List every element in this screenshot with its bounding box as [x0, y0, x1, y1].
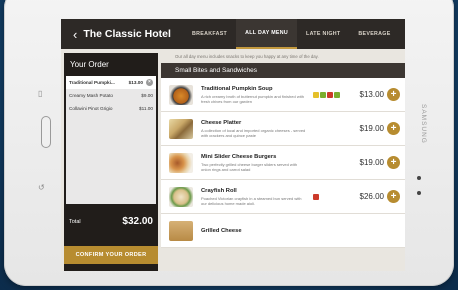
remove-item-icon[interactable]: × [146, 79, 153, 86]
back-button[interactable]: ‹ The Classic Hotel [61, 27, 183, 42]
order-title: Your Order [70, 60, 109, 69]
dietary-badge-icon [313, 193, 319, 200]
total-label: Total [69, 218, 81, 225]
order-item[interactable]: Creamy Mash Potato $9.00 [66, 89, 156, 102]
cheese-platter-image [169, 118, 193, 139]
hotel-title: The Classic Hotel [83, 28, 171, 40]
order-list: Traditional Pumpki... $13.00 × Creamy Ma… [66, 76, 156, 204]
chevron-left-icon: ‹ [73, 26, 78, 42]
tab-breakfast[interactable]: BREAKFAST [183, 19, 236, 49]
dietary-badges [313, 91, 340, 98]
menu-item-price: $19.00 [359, 124, 384, 133]
device-brand: SAMSUNG [420, 104, 427, 144]
add-item-button[interactable]: + [387, 190, 400, 203]
order-item[interactable]: Traditional Pumpki... $13.00 × [66, 76, 156, 89]
back-key-icon[interactable]: ↺ [38, 183, 45, 192]
top-bar: ‹ The Classic Hotel BREAKFAST ALL DAY ME… [61, 19, 405, 49]
dietary-badge-icon [334, 91, 340, 98]
pumpkin-soup-image [169, 84, 193, 105]
menu-item-name: Cheese Platter [201, 119, 242, 126]
order-item-name: Collavini Pinot Grigio [69, 106, 113, 111]
menu-key-icon[interactable]: ▯ [38, 89, 42, 98]
order-total: Total $32.00 [64, 204, 158, 227]
menu-item-name: Traditional Pumpkin Soup [201, 85, 273, 92]
menu-item[interactable]: Cheese Platter A collection of local and… [161, 112, 405, 146]
menu-intro: Our all day menu includes snacks to keep… [175, 54, 319, 59]
home-button[interactable] [41, 116, 51, 148]
menu-item-price: $19.00 [359, 158, 384, 167]
total-value: $32.00 [122, 216, 153, 227]
order-item-price: $9.00 [141, 93, 153, 98]
menu-item-info: Grilled Cheese [201, 228, 307, 234]
menu-item-info: Crayfish Roll Poached Victorian crayfish… [201, 188, 307, 206]
menu-item-price: $26.00 [359, 192, 384, 201]
sensor-dot [417, 191, 421, 195]
menu-item-desc: A rich creamy broth of butternut pumpkin… [201, 93, 304, 104]
add-item-button[interactable]: + [387, 88, 400, 101]
menu-item-info: Traditional Pumpkin Soup A rich creamy b… [201, 86, 307, 104]
grilled-cheese-image [169, 220, 193, 241]
menu-item-name: Crayfish Roll [201, 187, 237, 194]
order-item[interactable]: Collavini Pinot Grigio $11.00 [66, 102, 156, 115]
menu-items: Traditional Pumpkin Soup A rich creamy b… [161, 78, 405, 248]
menu-item-name: Mini Slider Cheese Burgers [201, 153, 277, 160]
add-item-button[interactable]: + [387, 156, 400, 169]
menu-item-price: $13.00 [359, 90, 384, 99]
confirm-order-button[interactable]: CONFIRM YOUR ORDER [64, 246, 158, 264]
menu-item-info: Cheese Platter A collection of local and… [201, 120, 307, 138]
tab-late-night[interactable]: LATE NIGHT [297, 19, 349, 49]
menu-item[interactable]: Grilled Cheese [161, 214, 405, 248]
tab-all-day-menu[interactable]: ALL DAY MENU [236, 19, 298, 49]
menu-tabs: BREAKFAST ALL DAY MENU LATE NIGHT BEVERA… [183, 19, 400, 49]
add-item-button[interactable]: + [387, 122, 400, 135]
dietary-badge-icon [320, 91, 326, 98]
section-title: Small Bites and Sandwiches [161, 63, 405, 78]
order-item-price: $13.00 [128, 80, 143, 85]
crayfish-roll-image [169, 186, 193, 207]
menu-item[interactable]: Mini Slider Cheese Burgers Two perfectly… [161, 146, 405, 180]
menu-item-desc: A collection of local and imported organ… [201, 127, 306, 138]
menu-item-desc: Two perfectly grilled cheese burger slid… [201, 161, 298, 172]
menu-item-desc: Poached Victorian crayfish in a steamed … [201, 195, 302, 206]
tab-beverage[interactable]: BEVERAGE [349, 19, 399, 49]
dietary-badges [313, 193, 319, 200]
slider-burgers-image [169, 152, 193, 173]
order-item-name: Traditional Pumpki... [69, 80, 115, 85]
order-item-name: Creamy Mash Potato [69, 93, 114, 98]
order-item-price: $11.00 [139, 106, 153, 111]
menu-item-info: Mini Slider Cheese Burgers Two perfectly… [201, 154, 307, 172]
menu-item[interactable]: Crayfish Roll Poached Victorian crayfish… [161, 180, 405, 214]
app-screen: ‹ The Classic Hotel BREAKFAST ALL DAY ME… [61, 19, 405, 271]
dietary-badge-icon [327, 91, 333, 98]
order-panel: Your Order Traditional Pumpki... $13.00 … [64, 53, 158, 271]
menu-item[interactable]: Traditional Pumpkin Soup A rich creamy b… [161, 78, 405, 112]
menu-item-name: Grilled Cheese [201, 227, 242, 234]
dietary-badge-icon [313, 91, 319, 98]
sensor-dot [417, 176, 421, 180]
menu-content: Our all day menu includes snacks to keep… [161, 49, 405, 271]
